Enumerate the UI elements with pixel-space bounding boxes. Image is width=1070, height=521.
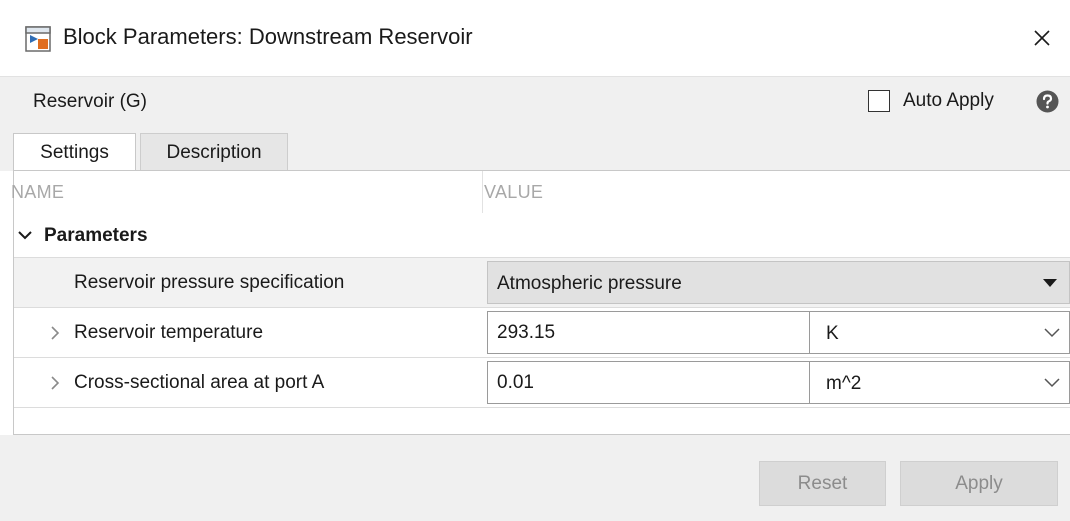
parameters-group-label: Parameters <box>44 225 148 246</box>
tab-bar: Settings Description <box>0 126 1070 171</box>
chevron-right-icon[interactable] <box>49 376 61 390</box>
area-unit-select[interactable]: m^2 <box>810 361 1070 404</box>
window-title: Block Parameters: Downstream Reservoir <box>63 24 473 49</box>
auto-apply-label: Auto Apply <box>903 90 994 111</box>
pressure-specification-dropdown[interactable]: Atmospheric pressure <box>487 261 1070 304</box>
parameter-table: NAME VALUE Parameters Reservoir pressure… <box>11 170 1070 435</box>
table-row: Reservoir temperature 293.15 K <box>14 307 1070 357</box>
title-bar: Block Parameters: Downstream Reservoir <box>0 0 1070 76</box>
help-icon[interactable] <box>1036 90 1059 113</box>
temperature-value-field[interactable]: 293.15 <box>487 311 810 354</box>
block-type-label: Reservoir (G) <box>33 91 148 112</box>
column-divider <box>482 171 483 213</box>
unit-value: K <box>826 323 839 344</box>
chevron-right-icon[interactable] <box>49 326 61 340</box>
parameter-label: Reservoir temperature <box>74 322 264 343</box>
name-column-header: NAME <box>11 182 65 202</box>
table-row: Cross-sectional area at port A 0.01 m^2 <box>14 357 1070 407</box>
table-bottom-divider <box>14 407 1070 408</box>
table-row: Reservoir pressure specification Atmosph… <box>14 257 1070 307</box>
temperature-unit-select[interactable]: K <box>810 311 1070 354</box>
unit-value: m^2 <box>826 373 862 394</box>
close-icon[interactable] <box>1024 20 1060 56</box>
auto-apply-checkbox[interactable] <box>868 90 890 112</box>
parameter-label: Cross-sectional area at port A <box>74 372 325 393</box>
tab-description[interactable]: Description <box>140 133 288 171</box>
chevron-down-icon[interactable] <box>17 227 33 243</box>
dropdown-selected-value: Atmospheric pressure <box>497 273 682 294</box>
auto-apply-toggle[interactable]: Auto Apply <box>868 87 994 115</box>
chevron-down-icon <box>1044 378 1060 388</box>
dialog-footer: Reset Apply <box>0 435 1070 521</box>
caret-down-icon <box>1043 279 1057 287</box>
area-value-field[interactable]: 0.01 <box>487 361 810 404</box>
value-column-header: VALUE <box>484 182 544 202</box>
block-header: Reservoir (G) Auto Apply <box>0 76 1070 126</box>
chevron-down-icon <box>1044 328 1060 338</box>
tab-settings[interactable]: Settings <box>13 133 136 171</box>
reset-button[interactable]: Reset <box>759 461 886 506</box>
simulink-block-icon <box>25 26 51 52</box>
apply-button[interactable]: Apply <box>900 461 1058 506</box>
parameters-group-row[interactable]: Parameters <box>14 213 1070 257</box>
parameter-label: Reservoir pressure specification <box>74 272 345 293</box>
